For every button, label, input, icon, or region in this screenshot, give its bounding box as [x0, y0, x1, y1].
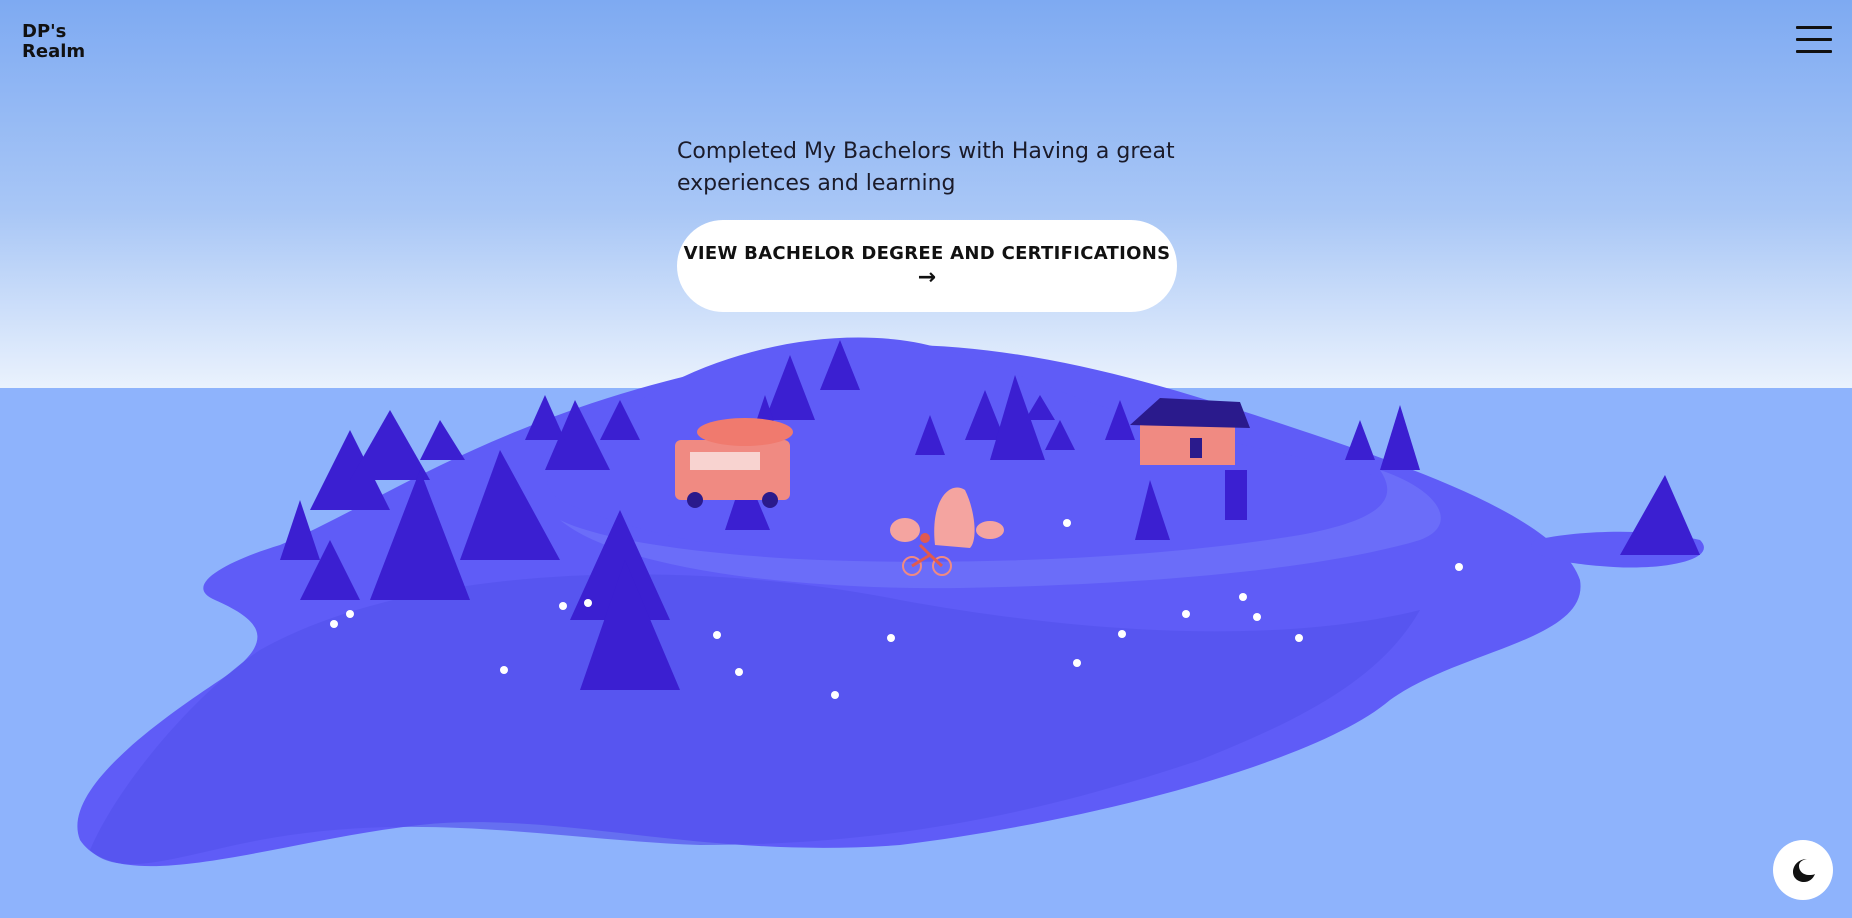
menu-line: [1796, 26, 1832, 29]
theme-toggle-button[interactable]: [1773, 840, 1833, 900]
site-logo[interactable]: DP's Realm: [22, 22, 85, 62]
view-degree-button[interactable]: VIEW BACHELOR DEGREE AND CERTIFICATIONS …: [677, 220, 1177, 312]
hero-content: Completed My Bachelors with Having a gre…: [677, 136, 1197, 312]
arrow-right-icon: →: [917, 264, 937, 290]
hero-tagline: Completed My Bachelors with Having a gre…: [677, 139, 1175, 196]
view-degree-button-label: VIEW BACHELOR DEGREE AND CERTIFICATIONS: [683, 242, 1171, 264]
menu-line: [1796, 38, 1832, 41]
menu-line: [1796, 50, 1832, 53]
moon-icon: [1793, 859, 1815, 882]
signpost: [1225, 470, 1247, 520]
hamburger-menu-icon[interactable]: [1796, 24, 1832, 56]
